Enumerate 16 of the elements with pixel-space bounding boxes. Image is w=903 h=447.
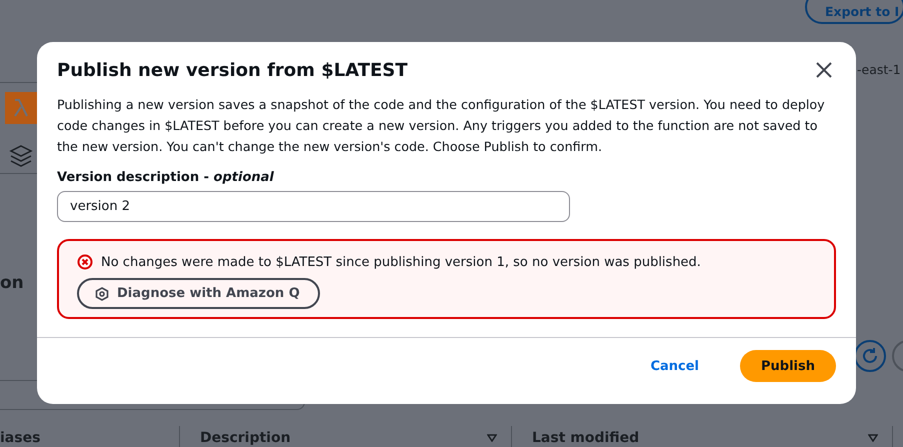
- column-header[interactable]: Last modified: [512, 426, 893, 447]
- column-header[interactable]: iases: [0, 426, 180, 447]
- region-text: -east-1: [857, 62, 901, 77]
- version-description-field[interactable]: version 2: [57, 191, 570, 222]
- error-icon: [77, 254, 93, 270]
- cancel-button[interactable]: Cancel: [629, 350, 720, 382]
- section-heading: on: [0, 273, 24, 293]
- publish-button[interactable]: Publish: [740, 350, 836, 382]
- dialog-title: Publish new version from $LATEST: [57, 60, 408, 80]
- field-label: Version description - optional: [57, 170, 275, 185]
- hexagon-icon: [95, 286, 109, 300]
- diagnose-button[interactable]: Diagnose with Amazon Q: [77, 278, 320, 309]
- lambda-icon: [5, 92, 37, 124]
- dialog-description: Publishing a new version saves a snapshot of the code and the configuration of the $LATEST version. You need to deploy code changes in $LATEST before you can create a new version. Any triggers you added to the function are not saved to the new version. You can't change the new version's code. Choose Publish to confirm.: [57, 96, 826, 156]
- error-message: No changes were made to $LATEST since publishing version 1, so no version was published.: [101, 254, 701, 270]
- column-header[interactable]: Description: [180, 426, 512, 447]
